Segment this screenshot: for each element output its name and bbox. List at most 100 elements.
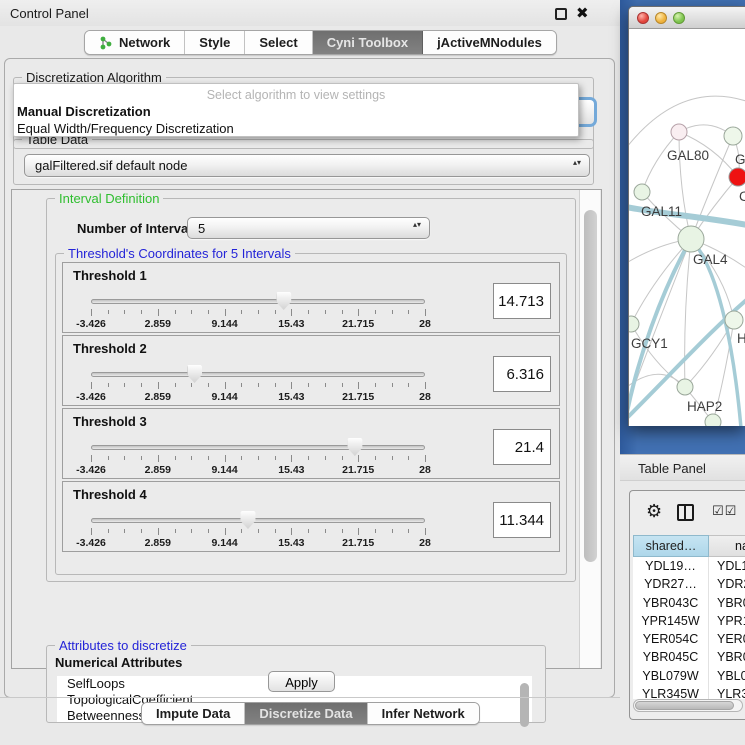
table-row[interactable]: YPR145WYPR1: [633, 612, 745, 630]
dropdown-option-equal-width[interactable]: Equal Width/Frequency Discretization: [17, 121, 234, 136]
float-window-icon[interactable]: [555, 8, 567, 20]
gear-icon[interactable]: ⚙: [646, 501, 662, 522]
table-row[interactable]: YBR043CYBR0: [633, 594, 745, 612]
tab-impute-data[interactable]: Impute Data: [142, 703, 245, 724]
tick-mark: [108, 529, 109, 533]
close-traffic-light-icon[interactable]: [637, 12, 649, 24]
table-row[interactable]: YDR27…YDR2: [633, 575, 745, 593]
scrollbar-thumb[interactable]: [520, 683, 529, 727]
slider-ticks: [91, 527, 425, 536]
tick-label: 21.715: [342, 464, 374, 476]
scrollbar-thumb[interactable]: [635, 701, 734, 710]
table-horizontal-scrollbar[interactable]: [633, 699, 743, 712]
table-panel-header[interactable]: Table Panel: [620, 454, 745, 481]
node-ga[interactable]: [724, 127, 742, 145]
tick-mark: [91, 528, 92, 535]
tick-label: 2.859: [145, 537, 171, 549]
tab-cyni-toolbox[interactable]: Cyni Toolbox: [313, 31, 423, 54]
node-gal11[interactable]: [634, 184, 650, 200]
threshold-3-value-field[interactable]: 21.4: [493, 429, 551, 465]
tick-mark: [275, 310, 276, 314]
stepper-arrows-icon[interactable]: ▴▾: [573, 158, 581, 167]
network-nodes[interactable]: [629, 124, 745, 426]
slider-scale-labels: -3.4262.8599.14415.4321.71528: [91, 391, 425, 403]
table-data-combobox[interactable]: galFiltered.sif default node ▴▾: [24, 154, 590, 177]
tick-label: -3.426: [76, 318, 106, 330]
minimize-traffic-light-icon[interactable]: [655, 12, 667, 24]
threshold-4-value-field[interactable]: 11.344: [493, 502, 551, 538]
slider-track[interactable]: [91, 518, 425, 523]
node-h[interactable]: [725, 311, 743, 329]
table-row[interactable]: YBL079WYBL0: [633, 667, 745, 685]
network-view-window: GAL80 GA C GAL11 GAL4 H GCY1 HAP2: [628, 6, 745, 426]
tab-jactivemnodules[interactable]: jActiveMNodules: [423, 31, 556, 54]
zoom-traffic-light-icon[interactable]: [673, 12, 685, 24]
tick-mark: [375, 383, 376, 387]
threshold-3-slider[interactable]: -3.4262.8599.14415.4321.71528: [91, 439, 425, 479]
tick-label: 15.43: [278, 318, 304, 330]
node-selected-red[interactable]: [729, 168, 745, 186]
close-icon[interactable]: ✖: [576, 4, 589, 22]
node-gcy1[interactable]: [629, 316, 639, 332]
node-partial[interactable]: [705, 414, 721, 426]
tick-mark: [241, 383, 242, 387]
tick-label: 2.859: [145, 391, 171, 403]
table-row[interactable]: YLR345WYLR3: [633, 685, 745, 699]
tick-mark: [191, 310, 192, 314]
threshold-1-value-field[interactable]: 14.713: [493, 283, 551, 319]
node-gal80[interactable]: [671, 124, 687, 140]
network-window-titlebar[interactable]: [629, 7, 745, 29]
node-label: GA: [735, 152, 745, 167]
tick-mark: [175, 310, 176, 314]
tab-style[interactable]: Style: [185, 31, 245, 54]
group-title: Attributes to discretize: [55, 638, 191, 653]
slider-track[interactable]: [91, 372, 425, 377]
tab-infer-network[interactable]: Infer Network: [368, 703, 479, 724]
table-row[interactable]: YBR045CYBR0: [633, 648, 745, 666]
tab-select[interactable]: Select: [245, 31, 312, 54]
tick-label: 28: [419, 537, 431, 549]
split-columns-icon[interactable]: [677, 504, 694, 521]
tick-mark: [308, 529, 309, 533]
slider-track[interactable]: [91, 299, 425, 304]
table-row[interactable]: YDL19…YDL1: [633, 557, 745, 575]
attributes-scrollbar[interactable]: [518, 676, 532, 722]
tick-mark: [342, 383, 343, 387]
tick-label: 9.144: [211, 391, 237, 403]
node-hap2[interactable]: [677, 379, 693, 395]
network-canvas[interactable]: GAL80 GA C GAL11 GAL4 H GCY1 HAP2: [629, 30, 745, 426]
apply-button[interactable]: Apply: [268, 671, 335, 692]
tick-label: -3.426: [76, 464, 106, 476]
tick-label: 15.43: [278, 537, 304, 549]
tick-label: 21.715: [342, 318, 374, 330]
threshold-2-slider[interactable]: -3.4262.8599.14415.4321.71528: [91, 366, 425, 406]
stepper-arrows-icon[interactable]: ▴▾: [413, 220, 421, 229]
node-gal4[interactable]: [678, 226, 704, 252]
threshold-1-slider[interactable]: -3.4262.8599.14415.4321.71528: [91, 293, 425, 333]
tab-network[interactable]: Network: [85, 31, 185, 54]
dropdown-option-manual[interactable]: Manual Discretization: [17, 104, 151, 119]
threshold-4-panel: Threshold 4 -3.4262.8599.14415.4321.7152…: [62, 481, 560, 552]
column-header-name[interactable]: na: [709, 535, 745, 557]
tick-mark: [108, 383, 109, 387]
tick-mark: [124, 310, 125, 314]
tick-label: 2.859: [145, 464, 171, 476]
slider-track[interactable]: [91, 445, 425, 450]
tick-mark: [275, 529, 276, 533]
settings-vertical-scrollbar[interactable]: [579, 190, 600, 668]
tick-label: -3.426: [76, 391, 106, 403]
tick-label: 28: [419, 464, 431, 476]
threshold-4-slider[interactable]: -3.4262.8599.14415.4321.71528: [91, 512, 425, 552]
node-label: C: [739, 189, 745, 204]
number-of-intervals-combobox[interactable]: 5 ▴▾: [187, 217, 430, 239]
select-columns-checkboxes-icon[interactable]: ☑☑: [712, 503, 737, 519]
threshold-2-value-field[interactable]: 6.316: [493, 356, 551, 392]
column-header-shared-name[interactable]: shared…: [633, 535, 709, 557]
tick-mark: [175, 456, 176, 460]
tab-discretize-data[interactable]: Discretize Data: [245, 703, 367, 724]
scrollbar-thumb[interactable]: [584, 210, 597, 562]
tick-label: 21.715: [342, 537, 374, 549]
algorithm-dropdown-popup: Select algorithm to view settings Manual…: [13, 83, 579, 137]
table-row[interactable]: YER054CYER0: [633, 630, 745, 648]
tick-mark: [392, 383, 393, 387]
